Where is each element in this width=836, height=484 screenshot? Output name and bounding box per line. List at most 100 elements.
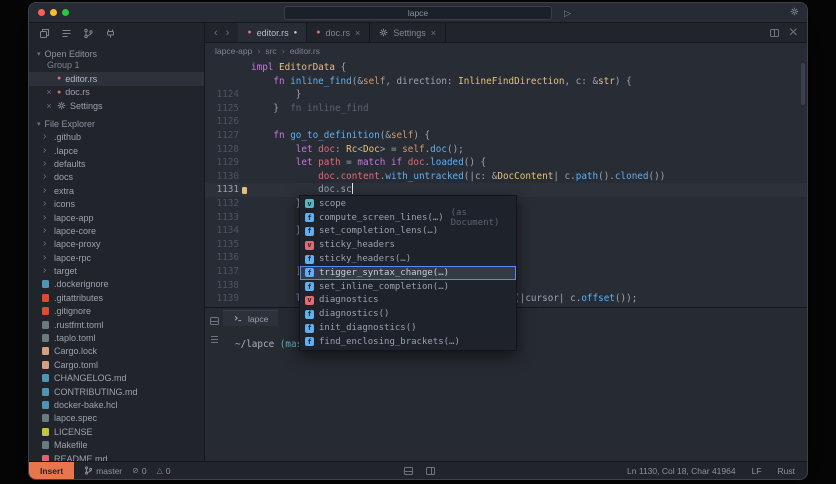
lapce-window: lapce ▷ ▾ Open Editors Group 1 ●editor.r…	[28, 2, 808, 480]
tree-folder[interactable]: ›.lapce	[29, 144, 204, 157]
tree-folder[interactable]: ›lapce-core	[29, 224, 204, 237]
open-editors-header[interactable]: ▾ Open Editors	[29, 49, 204, 59]
tree-file[interactable]: lapce.spec	[29, 412, 204, 425]
code-line[interactable]: fn inline_find(&self, direction: InlineF…	[205, 75, 807, 89]
mode-indicator[interactable]: Insert	[29, 462, 74, 479]
tree-folder[interactable]: ›docs	[29, 171, 204, 184]
split-editor-icon[interactable]	[769, 28, 780, 38]
code-text: }	[251, 88, 301, 102]
tree-file[interactable]: README.md	[29, 452, 204, 461]
editor-tab[interactable]: Settings×	[370, 23, 446, 42]
code-action-marker[interactable]	[242, 187, 247, 194]
minimize-window-button[interactable]	[50, 9, 57, 16]
close-icon[interactable]: ×	[355, 28, 360, 38]
code-line[interactable]: 1126	[205, 115, 807, 129]
editor-scrollbar[interactable]	[801, 63, 805, 105]
language-mode[interactable]: Rust	[778, 466, 795, 476]
zoom-window-button[interactable]	[62, 9, 69, 16]
completion-item[interactable]: ffind_enclosing_brackets(…)	[300, 335, 516, 349]
completion-item[interactable]: vsticky_headers	[300, 238, 516, 252]
completion-item[interactable]: fsticky_headers(…)	[300, 252, 516, 266]
scm-icon[interactable]	[83, 28, 94, 39]
tree-file[interactable]: Makefile	[29, 438, 204, 451]
breadcrumb-item[interactable]: editor.rs	[290, 46, 320, 56]
code-line[interactable]: impl EditorData {	[205, 61, 807, 75]
close-all-icon[interactable]: ×	[789, 24, 798, 42]
nav-forward-icon[interactable]: ›	[226, 27, 230, 39]
completion-item[interactable]: ftrigger_syntax_change(…)	[300, 266, 516, 280]
tree-folder[interactable]: ›target	[29, 264, 204, 277]
close-icon[interactable]: ×	[45, 87, 53, 97]
function-icon: f	[305, 227, 314, 236]
toggle-right-panel-icon[interactable]	[425, 466, 436, 476]
chevron-right-icon: ›	[43, 172, 49, 182]
close-icon[interactable]: ×	[45, 101, 53, 111]
code-line[interactable]: 1130 doc.content.with_untracked(|c: &Doc…	[205, 170, 807, 184]
open-editor-item[interactable]: ●editor.rs	[29, 72, 204, 86]
settings-gear-icon[interactable]	[790, 7, 799, 16]
token: go_to_definition	[290, 130, 380, 141]
tree-folder[interactable]: ›icons	[29, 197, 204, 210]
breadcrumb-item[interactable]: lapce-app	[215, 46, 252, 56]
code-line[interactable]: 1129 let path = match if doc.loaded() {	[205, 156, 807, 170]
line-ending[interactable]: LF	[752, 466, 762, 476]
files-icon[interactable]	[39, 28, 50, 39]
open-editor-item[interactable]: ×●doc.rs	[29, 86, 204, 100]
breadcrumb-item[interactable]: src	[265, 46, 276, 56]
line-number: 1129	[205, 156, 239, 170]
tree-file[interactable]: LICENSE	[29, 425, 204, 438]
tree-folder[interactable]: ›extra	[29, 184, 204, 197]
tree-file[interactable]: .gitignore	[29, 305, 204, 318]
tree-file[interactable]: .gitattributes	[29, 291, 204, 304]
completion-item[interactable]: fdiagnostics()	[300, 307, 516, 321]
warning-count[interactable]: △ 0	[157, 466, 171, 476]
error-count[interactable]: ⊘ 0	[132, 466, 146, 476]
close-window-button[interactable]	[38, 9, 45, 16]
panel-list-icon[interactable]	[210, 335, 219, 344]
code-line[interactable]: 1127 fn go_to_definition(&self) {	[205, 129, 807, 143]
open-editor-item[interactable]: ×Settings	[29, 99, 204, 113]
tree-folder[interactable]: ›.github	[29, 131, 204, 144]
line-number: 1133	[205, 211, 239, 225]
completion-item[interactable]: fset_inline_completion(…)	[300, 280, 516, 294]
branch-indicator[interactable]: master	[84, 466, 122, 476]
cursor-position[interactable]: Ln 1130, Col 18, Char 41964	[627, 466, 736, 476]
tree-file[interactable]: docker-bake.hcl	[29, 398, 204, 411]
completion-item[interactable]: vdiagnostics	[300, 294, 516, 308]
close-icon[interactable]: ×	[431, 28, 436, 38]
token	[251, 130, 273, 141]
tree-folder[interactable]: ›defaults	[29, 157, 204, 170]
tree-file[interactable]: .dockerignore	[29, 278, 204, 291]
editor-tab[interactable]: ●editor.rs●	[238, 23, 307, 42]
file-explorer-title: File Explorer	[45, 119, 96, 129]
panel-layout-icon[interactable]	[209, 316, 220, 326]
tree-folder[interactable]: ›lapce-app	[29, 211, 204, 224]
tree-folder[interactable]: ›lapce-rpc	[29, 251, 204, 264]
code-line[interactable]: 1128 let doc: Rc<Doc> = self.doc();	[205, 143, 807, 157]
run-icon[interactable]: ▷	[564, 6, 571, 20]
terminal-tab[interactable]: lapce	[223, 310, 278, 326]
completion-item[interactable]: finit_diagnostics()	[300, 321, 516, 335]
code-line[interactable]: 1125 } fn inline_find	[205, 102, 807, 116]
tree-file[interactable]: Cargo.lock	[29, 345, 204, 358]
rust-file-icon: ●	[316, 29, 320, 36]
token: offset	[581, 293, 615, 304]
tree-file[interactable]: .rustfmt.toml	[29, 318, 204, 331]
toggle-bottom-panel-icon[interactable]	[403, 466, 414, 476]
plugins-icon[interactable]	[105, 28, 116, 39]
token: , direction:	[385, 76, 458, 87]
outline-icon[interactable]	[61, 28, 72, 39]
tree-folder[interactable]: ›lapce-proxy	[29, 238, 204, 251]
completion-item[interactable]: fcompute_screen_lines(…)(as Document)	[300, 211, 516, 225]
tree-file[interactable]: CONTRIBUTING.md	[29, 385, 204, 398]
editor-tab[interactable]: ●doc.rs×	[307, 23, 370, 42]
code-line[interactable]: 1124 }	[205, 88, 807, 102]
tree-file[interactable]: .taplo.toml	[29, 331, 204, 344]
text-cursor	[352, 183, 354, 194]
nav-back-icon[interactable]: ‹	[214, 27, 218, 39]
file-explorer-header[interactable]: ▾ File Explorer	[29, 119, 204, 129]
command-palette-input[interactable]: lapce	[284, 6, 552, 20]
tree-file[interactable]: CHANGELOG.md	[29, 372, 204, 385]
token: () {	[464, 157, 486, 168]
tree-file[interactable]: Cargo.toml	[29, 358, 204, 371]
